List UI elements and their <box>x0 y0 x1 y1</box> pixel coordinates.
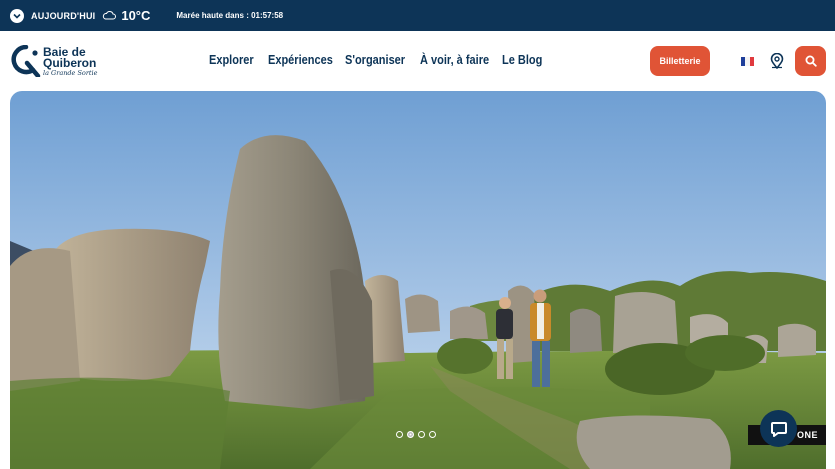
logo-q-icon <box>11 45 41 77</box>
logo-tagline: la Grande Sortie <box>43 69 98 77</box>
nav-sorganiser[interactable]: S'organiser <box>345 53 405 67</box>
search-icon <box>805 55 817 67</box>
carousel-dot-3[interactable] <box>418 431 425 438</box>
nav-experiences[interactable]: Expériences <box>268 53 333 67</box>
site-logo[interactable]: Baie de Quiberon la Grande Sortie <box>11 45 101 79</box>
search-button[interactable] <box>795 46 826 76</box>
tide-countdown: 01:57:58 <box>251 11 284 20</box>
carousel-dot-2[interactable] <box>407 431 414 438</box>
fr-flag-icon[interactable] <box>741 57 754 66</box>
tide-label: Marée haute dans : <box>176 11 252 20</box>
carousel-dot-1[interactable] <box>396 431 403 438</box>
nav-a-voir-a-faire[interactable]: À voir, à faire <box>420 53 489 67</box>
nav-le-blog[interactable]: Le Blog <box>502 53 542 67</box>
partner-badge-text: ONE <box>796 430 818 440</box>
map-pin-icon[interactable] <box>770 53 784 69</box>
cloud-icon <box>102 11 117 20</box>
site-header: Baie de Quiberon la Grande Sortie Explor… <box>0 31 835 90</box>
hero-photo-menhirs <box>10 91 826 469</box>
ticket-button[interactable]: Billetterie <box>650 46 710 76</box>
carousel-pagination <box>396 431 436 438</box>
temperature: 10°C <box>121 8 151 23</box>
chat-bubble-icon <box>770 421 787 437</box>
carousel-dot-4[interactable] <box>429 431 436 438</box>
chevron-down-icon[interactable] <box>10 8 24 23</box>
nav-explorer[interactable]: Explorer <box>209 53 254 67</box>
logo-line-2: Quiberon <box>43 56 97 70</box>
tide-info: Marée haute dans : 01:57:58 <box>176 11 283 20</box>
top-info-bar: AUJOURD'HUI 10°C Marée haute dans : 01:5… <box>0 0 835 31</box>
chat-button[interactable] <box>760 410 797 447</box>
today-label: AUJOURD'HUI <box>31 10 96 21</box>
hero-image-carousel[interactable] <box>10 91 826 469</box>
